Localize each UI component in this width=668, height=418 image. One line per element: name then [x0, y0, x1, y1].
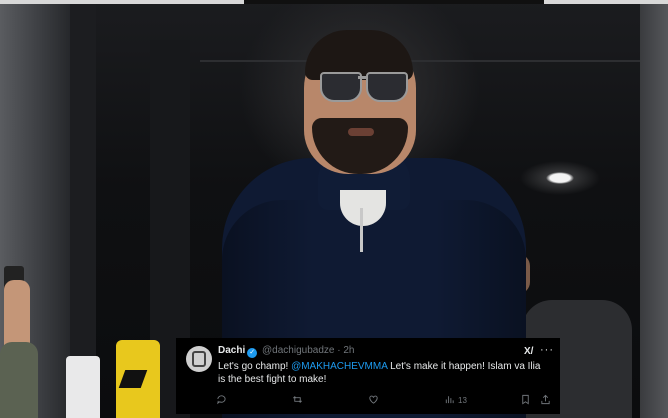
retweet-icon[interactable]	[292, 394, 303, 406]
separator: ·	[337, 345, 341, 356]
avatar[interactable]	[186, 346, 212, 372]
heart-icon[interactable]	[368, 394, 379, 406]
tweet-header: Dachi ✓ @dachigubadze · 2h	[218, 345, 354, 358]
tweet-card[interactable]: Dachi ✓ @dachigubadze · 2h X/ ··· Let's g…	[176, 338, 560, 414]
sunglasses-bridge	[358, 76, 368, 79]
sunglasses-lens-left	[320, 72, 362, 102]
display-name[interactable]: Dachi	[218, 345, 245, 356]
right-panel	[640, 4, 668, 418]
yellow-post	[116, 340, 160, 418]
mouth	[348, 128, 374, 136]
ceiling-line	[200, 60, 640, 62]
tweet-actions: 13	[216, 394, 552, 408]
mention-link[interactable]: @MAKHACHEVMMA	[291, 361, 387, 372]
views-count: 13	[458, 396, 467, 405]
views-button[interactable]: 13	[444, 394, 467, 406]
bystander-sleeve	[0, 342, 38, 418]
reply-icon[interactable]	[216, 394, 227, 406]
more-options-icon[interactable]: ···	[540, 344, 554, 356]
share-icon[interactable]	[540, 394, 551, 406]
zipper	[360, 208, 363, 252]
top-strip	[0, 0, 668, 4]
tweet-text-start: Let's go champ!	[218, 361, 292, 372]
grok-icon[interactable]: X/	[524, 346, 533, 357]
bar-chart-icon	[445, 396, 454, 404]
sunglasses-lens-right	[366, 72, 408, 102]
timestamp[interactable]: 2h	[343, 345, 354, 356]
bookmark-icon[interactable]	[520, 394, 531, 406]
tweet-text: Let's go champ! @MAKHACHEVMMA Let's make…	[218, 360, 548, 386]
white-post	[66, 356, 100, 418]
handle[interactable]: @dachigubadze	[262, 345, 334, 356]
verified-check-icon: ✓	[247, 348, 258, 358]
